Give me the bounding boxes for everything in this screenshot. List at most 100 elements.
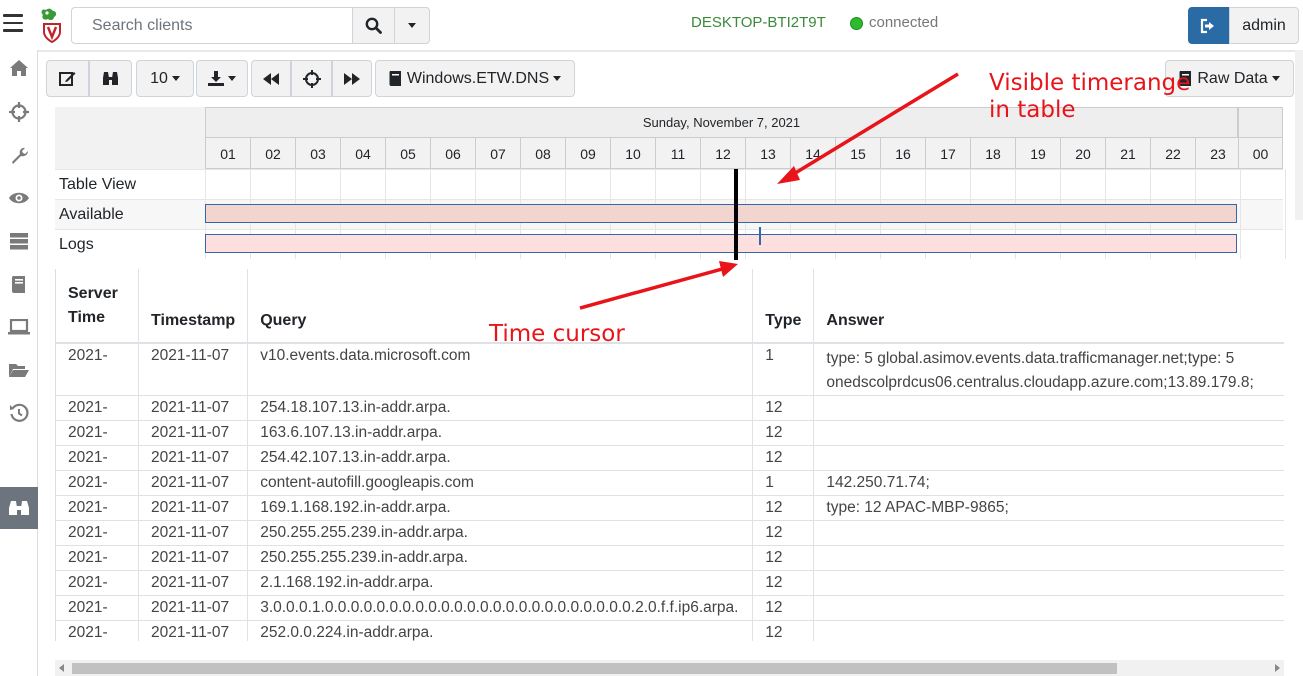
logs-bar[interactable] [205, 234, 1237, 253]
cell-answer [813, 395, 1284, 421]
table-row[interactable]: 2021- 2021-11-07 169.1.168.192.in-addr.arp… [56, 495, 1284, 521]
timeline-row-table-view: Table View [55, 169, 205, 199]
table-row[interactable]: 2021- 2021-11-07 163.6.107.13.in-addr.arpa… [56, 420, 1284, 446]
chevron-down-icon [1271, 76, 1280, 81]
table-row[interactable]: 2021- 2021-11-07 3.0.0.0.1.0.0.0.0.0.0.0.0… [56, 595, 1284, 621]
timeline-hour: 09 [565, 137, 610, 169]
horizontal-scrollbar[interactable] [55, 660, 1284, 676]
download-icon [208, 71, 224, 86]
column-header-server-time[interactable]: Server Time [56, 269, 140, 344]
cell-query: 250.255.255.239.in-addr.arpa. [247, 545, 754, 571]
timeline-corner [55, 107, 205, 169]
artifact-dropdown[interactable]: Windows.ETW.DNS [375, 60, 575, 97]
client-hostname[interactable]: DESKTOP-BTI2T9T [691, 14, 826, 31]
timeline-hour: 14 [790, 137, 835, 169]
backward-icon [263, 72, 279, 85]
timeline[interactable]: Sunday, November 7, 2021 01 02 03 04 05 06 07 0… [55, 107, 1286, 260]
laptop-icon[interactable] [8, 316, 30, 338]
search-table-button[interactable] [89, 60, 132, 97]
cell-timestamp: 2021-11-07 [138, 395, 249, 421]
cell-query: v10.events.data.microsoft.com [247, 342, 754, 396]
table-view-range-marker [759, 227, 761, 245]
step-forward-button[interactable] [332, 60, 372, 97]
scrollbar-thumb[interactable] [72, 663, 1117, 674]
cell-timestamp: 2021-11-07 [138, 595, 249, 621]
folder-open-icon[interactable] [8, 359, 30, 381]
annotation-visible-range: Visible timerange in table [989, 70, 1191, 123]
table-row[interactable]: 2021- 2021-11-07 content-autofill.googleap… [56, 470, 1284, 496]
goto-time-button[interactable] [291, 60, 332, 97]
vertical-scrollbar[interactable] [1295, 50, 1303, 220]
column-header-answer[interactable]: Answer [813, 269, 1284, 344]
cell-type: 1 [752, 342, 815, 396]
column-header-type[interactable]: Type [752, 269, 815, 344]
timeline-hour: 04 [340, 137, 385, 169]
cell-server-time: 2021- [56, 395, 140, 421]
timeline-hour: 03 [295, 137, 340, 169]
server-icon[interactable] [8, 230, 30, 252]
connection-status-icon [850, 17, 863, 30]
timeline-hour: 00 [1238, 137, 1283, 169]
cell-timestamp: 2021-11-07 [138, 570, 249, 596]
cell-query: 163.6.107.13.in-addr.arpa. [247, 420, 754, 446]
wrench-icon[interactable] [8, 144, 30, 166]
cell-timestamp: 2021-11-07 [138, 342, 249, 396]
cell-answer [813, 570, 1284, 596]
cell-query: 252.0.0.224.in-addr.arpa. [247, 620, 754, 641]
step-back-button[interactable] [251, 60, 291, 97]
timeline-hour: 06 [430, 137, 475, 169]
book-icon[interactable] [8, 273, 30, 295]
download-dropdown[interactable] [196, 60, 248, 97]
search-input[interactable] [71, 7, 353, 44]
annotation-time-cursor: Time cursor [489, 321, 625, 347]
cell-type: 12 [752, 420, 815, 446]
user-menu-button[interactable]: admin [1229, 7, 1299, 44]
cell-answer [813, 620, 1284, 641]
cell-query: 250.255.255.239.in-addr.arpa. [247, 520, 754, 546]
cell-server-time: 2021- [56, 570, 140, 596]
table-row[interactable]: 2021- 2021-11-07 250.255.255.239.in-addr.a… [56, 545, 1284, 571]
cell-query: 169.1.168.192.in-addr.arpa. [247, 495, 754, 521]
timeline-hour: 23 [1195, 137, 1240, 169]
cell-answer [813, 595, 1284, 621]
table-row[interactable]: 2021- 2021-11-07 2.1.168.192.in-addr.arpa.… [56, 570, 1284, 596]
crosshair-icon [302, 69, 321, 88]
history-icon[interactable] [8, 402, 30, 424]
binoculars-icon[interactable] [8, 497, 30, 519]
available-bar[interactable] [205, 204, 1237, 223]
time-cursor[interactable] [734, 169, 738, 260]
cell-query: content-autofill.googleapis.com [247, 470, 754, 496]
home-icon[interactable] [8, 57, 30, 79]
timeline-date-next [1238, 107, 1283, 137]
column-header-timestamp[interactable]: Timestamp [138, 269, 249, 344]
cell-answer [813, 445, 1284, 471]
cell-answer [813, 545, 1284, 571]
menu-toggle-icon[interactable] [3, 14, 23, 34]
search-button[interactable] [352, 7, 395, 44]
timeline-hour: 02 [250, 137, 295, 169]
cell-server-time: 2021- [56, 595, 140, 621]
binoculars-icon [103, 72, 118, 85]
scroll-left-icon[interactable] [59, 664, 64, 672]
table-row[interactable]: 2021- 2021-11-07 254.42.107.13.in-addr.arp… [56, 445, 1284, 471]
results-table: Server Time Timestamp Query Type Answer … [55, 269, 1284, 641]
timeline-hour: 21 [1105, 137, 1150, 169]
crosshair-icon[interactable] [8, 101, 30, 123]
table-row[interactable]: 2021- 2021-11-07 v10.events.data.microsoft… [56, 342, 1284, 396]
page-size-dropdown[interactable]: 10 [136, 60, 194, 97]
timeline-hour: 20 [1060, 137, 1105, 169]
logout-button[interactable] [1188, 7, 1229, 44]
timeline-hour: 13 [745, 137, 790, 169]
artifact-name: Windows.ETW.DNS [406, 69, 550, 87]
edit-button[interactable] [46, 60, 89, 97]
scroll-right-icon[interactable] [1275, 664, 1280, 672]
book-icon [389, 71, 401, 86]
eye-icon[interactable] [8, 187, 30, 209]
table-row[interactable]: 2021- 2021-11-07 252.0.0.224.in-addr.arpa.… [56, 620, 1284, 641]
cell-type: 12 [752, 495, 815, 521]
timeline-hour: 10 [610, 137, 655, 169]
table-row[interactable]: 2021- 2021-11-07 254.18.107.13.in-addr.arp… [56, 395, 1284, 421]
search-dropdown-button[interactable] [394, 7, 430, 44]
cell-timestamp: 2021-11-07 [138, 445, 249, 471]
table-row[interactable]: 2021- 2021-11-07 250.255.255.239.in-addr.a… [56, 520, 1284, 546]
